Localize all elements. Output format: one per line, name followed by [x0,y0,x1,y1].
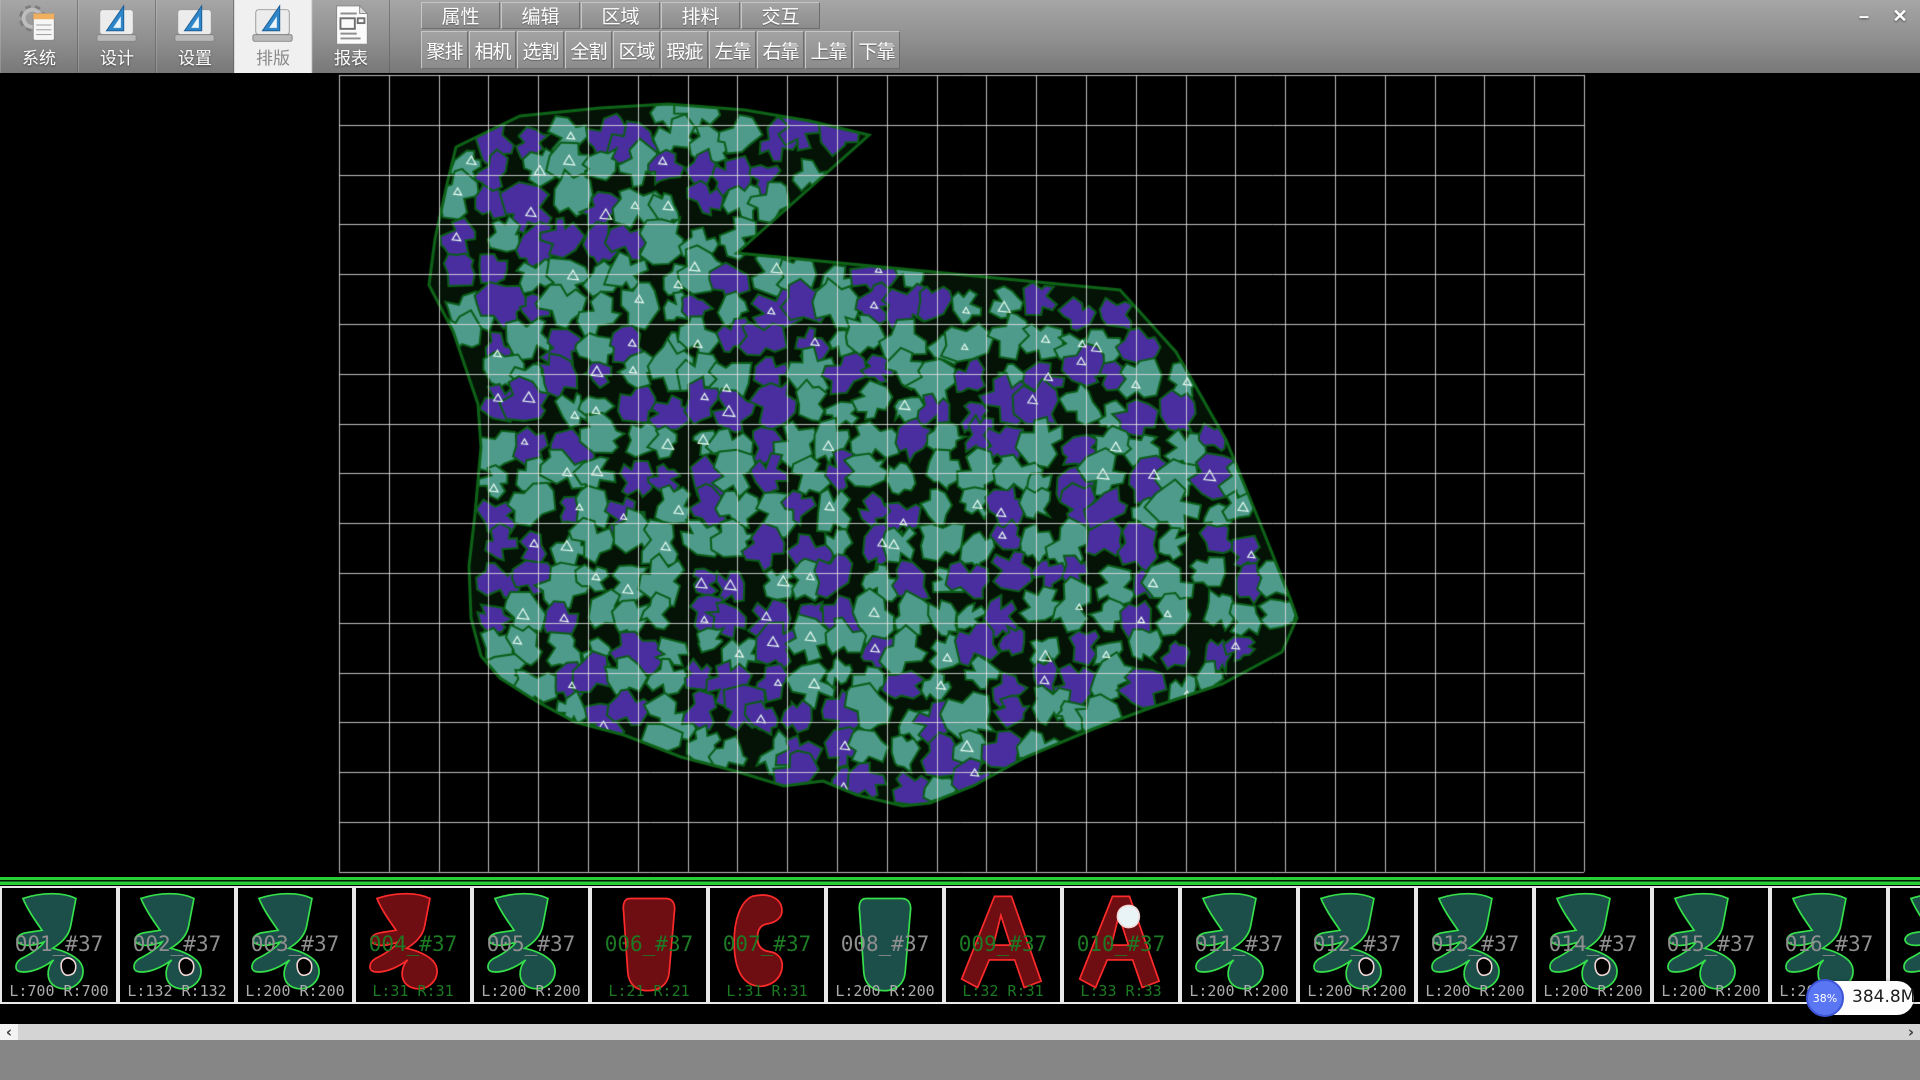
strip-separator-line [0,877,1920,886]
layout-ruler-icon [250,2,296,48]
piece-count-label: L:700 R:700 [2,982,116,1000]
piece-id-label: 013_#37 [1418,932,1532,956]
piece-id-label: 014_#37 [1536,932,1650,956]
app-button-label: 排版 [256,48,290,70]
piece-id-label: 012_#37 [1300,932,1414,956]
settings-ruler-icon [172,2,218,48]
menu-button-1[interactable]: 属性 [421,2,500,29]
tool-button-5[interactable]: 区域 [613,31,660,69]
design-ruler-icon [94,2,140,48]
tool-button-4[interactable]: 全割 [565,31,612,69]
piece-id-label: 015_#37 [1654,932,1768,956]
ribbon-toolbar: 系统设计设置排版报表 属性编辑区域排料交互 聚排相机选割全割区域瑕疵左靠右靠上靠… [0,0,1920,74]
piece-count-label: L:200 R:200 [1182,982,1296,1000]
piece-count-label: L:132 R:132 [120,982,234,1000]
report-document-icon [328,2,374,48]
tool-button-9[interactable]: 上靠 [805,31,852,69]
app-button-label: 报表 [334,48,368,70]
piece-count-label: L:200 R:200 [828,982,942,1000]
nesting-canvas[interactable] [0,73,1920,878]
system-gear-icon [16,2,62,48]
tool-button-1[interactable]: 聚排 [421,31,468,69]
piece-count-label: L:200 R:200 [1536,982,1650,1000]
piece-thumbnail-001[interactable]: 001_#37 L:700 R:700 [0,886,118,1004]
menu-row-tools: 聚排相机选割全割区域瑕疵左靠右靠上靠下靠 [421,31,901,69]
app-mode-buttons: 系统 设计 设置 排版 报表 [0,0,390,73]
tool-button-3[interactable]: 选割 [517,31,564,69]
minimize-button[interactable]: – [1846,3,1882,29]
piece-thumbnail-012[interactable]: 012_#37 L:200 R:200 [1298,886,1416,1004]
piece-thumbnail-014[interactable]: 014_#37 L:200 R:200 [1534,886,1652,1004]
piece-id-label: 010_#37 [1064,932,1178,956]
memory-size-label: 384.8M [1852,987,1915,1007]
piece-thumbnail-strip: 001_#37L:700 R:700002_#37L:132 R:132003_… [0,886,1920,1006]
piece-thumbnail-006[interactable]: 006_#37 L:21 R:21 [590,886,708,1004]
piece-count-label: L:200 R:200 [474,982,588,1000]
tool-button-7[interactable]: 左靠 [709,31,756,69]
status-bar [0,1040,1920,1080]
system-gear-icon [22,8,55,41]
app-button-4[interactable]: 排版 [234,0,312,73]
scroll-left-button[interactable]: ‹ [0,1024,18,1040]
piece-id-label: 006_#37 [592,932,706,956]
piece-count-label: L:32 R:31 [946,982,1060,1000]
app-button-3[interactable]: 设置 [156,0,234,73]
piece-count-label: L:200 R:200 [1654,982,1768,1000]
piece-thumbnail-002[interactable]: 002_#37 L:132 R:132 [118,886,236,1004]
scroll-right-button[interactable]: › [1902,1024,1920,1040]
piece-thumbnail-007[interactable]: 007_#37 L:31 R:31 [708,886,826,1004]
piece-id-label: 005_#37 [474,932,588,956]
app-button-1[interactable]: 系统 [0,0,78,73]
piece-id-label: 001_#37 [2,932,116,956]
piece-count-label: L:200 R:200 [1418,982,1532,1000]
piece-count-label: L:21 R:21 [592,982,706,1000]
piece-id-label: 011_#37 [1182,932,1296,956]
app-button-label: 系统 [22,48,56,70]
menu-button-3[interactable]: 区域 [581,2,660,29]
app-button-label: 设置 [178,48,212,70]
menu-button-5[interactable]: 交互 [741,2,820,29]
piece-thumbnail-010[interactable]: 010_#37 L:33 R:33 [1062,886,1180,1004]
horizontal-scrollbar[interactable]: ‹ › [0,1024,1920,1040]
tool-button-2[interactable]: 相机 [469,31,516,69]
piece-count-label: L:31 R:31 [356,982,470,1000]
piece-thumbnail-008[interactable]: 008_#37 L:200 R:200 [826,886,944,1004]
progress-percent-label: 38% [1813,992,1837,1005]
piece-id-label: 008_#37 [828,932,942,956]
menu-button-4[interactable]: 排料 [661,2,740,29]
piece-id-label: 009_#37 [946,932,1060,956]
app-button-label: 设计 [100,48,134,70]
report-document-icon [337,6,368,44]
piece-thumbnail-003[interactable]: 003_#37 L:200 R:200 [236,886,354,1004]
close-button[interactable]: ✕ [1882,3,1918,29]
piece-thumbnail-011[interactable]: 011_#37 L:200 R:200 [1180,886,1298,1004]
piece-thumbnail-005[interactable]: 005_#37 L:200 R:200 [472,886,590,1004]
window-controls: – ✕ [1846,3,1918,29]
piece-thumbnail-013[interactable]: 013_#37 L:200 R:200 [1416,886,1534,1004]
piece-thumbnail-004[interactable]: 004_#37 L:31 R:31 [354,886,472,1004]
menu-row-primary: 属性编辑区域排料交互 [421,2,821,29]
menu-button-2[interactable]: 编辑 [501,2,580,29]
piece-thumbnail-009[interactable]: 009_#37 L:32 R:31 [944,886,1062,1004]
piece-id-label: 004_#37 [356,932,470,956]
progress-percent-circle: 38% [1806,979,1844,1017]
app-button-5[interactable]: 报表 [312,0,390,73]
piece-id-label: 002_#37 [120,932,234,956]
tool-button-8[interactable]: 右靠 [757,31,804,69]
progress-badge: 38% 384.8M [1806,979,1914,1017]
application-window: 系统设计设置排版报表 属性编辑区域排料交互 聚排相机选割全割区域瑕疵左靠右靠上靠… [0,0,1920,1080]
piece-count-label: L:200 R:200 [238,982,352,1000]
piece-id-label: 007_#37 [710,932,824,956]
piece-count-label: L:33 R:33 [1064,982,1178,1000]
piece-id-label: 016_#37 [1772,932,1886,956]
piece-id-label: 003_#37 [238,932,352,956]
tool-button-10[interactable]: 下靠 [853,31,900,69]
piece-count-label: L:31 R:31 [710,982,824,1000]
app-button-2[interactable]: 设计 [78,0,156,73]
tool-button-6[interactable]: 瑕疵 [661,31,708,69]
piece-count-label: L:200 R:200 [1300,982,1414,1000]
piece-thumbnail-015[interactable]: 015_#37 L:200 R:200 [1652,886,1770,1004]
